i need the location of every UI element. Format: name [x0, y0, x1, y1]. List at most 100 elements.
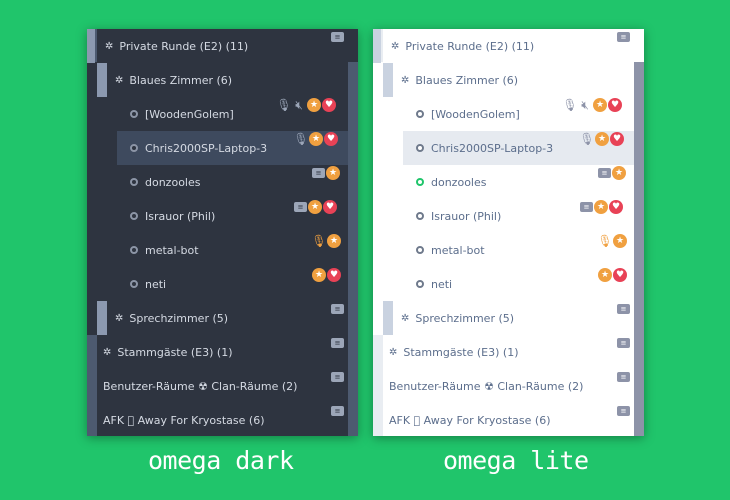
chat-icon[interactable]: ≡ [617, 304, 630, 314]
chat-icon[interactable]: ≡ [617, 338, 630, 348]
channel-benutzer-raeume[interactable]: Benutzer-Räume ☢ Clan-Räume (2) [383, 369, 634, 403]
user-label: neti [145, 277, 167, 291]
chat-icon[interactable]: ≡ [617, 406, 630, 416]
tree-indent-guide [87, 335, 97, 436]
user-status-dot [130, 144, 138, 152]
heart-icon: ♥ [610, 132, 624, 146]
chat-icon[interactable]: ≡ [331, 372, 344, 382]
row-icons: ≡ [617, 304, 630, 314]
row-icons: ★ ♥ [598, 268, 627, 282]
row-icons: ≡ [617, 32, 630, 42]
star-icon: ★ [613, 234, 627, 248]
chat-icon[interactable]: ≡ [617, 32, 630, 42]
channel-marker [373, 29, 381, 63]
mic-muted-icon: 🎙︎ [293, 132, 309, 146]
star-icon: ★ [595, 132, 609, 146]
channel-afk[interactable]: AFK ⃣ Away For Kryostase (6) [97, 403, 348, 436]
star-icon: ★ [598, 268, 612, 282]
row-icons: ≡ [331, 338, 344, 348]
row-icons: ≡ ★ [312, 166, 340, 180]
channel-afk[interactable]: AFK ⃣ Away For Kryostase (6) [383, 403, 634, 436]
omega-lite-channel-tree: ✲ Private Runde (E2) (11) ≡ ✲ Blaues Zim… [373, 29, 644, 436]
channel-label: Sprechzimmer (5) [415, 311, 515, 325]
chat-icon[interactable]: ≡ [580, 202, 593, 212]
user-status-dot [416, 246, 424, 254]
channel-icon: ✲ [401, 74, 410, 86]
star-icon: ★ [307, 98, 321, 112]
user-status-dot [416, 212, 424, 220]
channel-private-runde[interactable]: ✲ Private Runde (E2) (11) [97, 29, 348, 63]
heart-icon: ♥ [323, 200, 337, 214]
row-icons: ≡ [617, 372, 630, 382]
star-icon: ★ [594, 200, 608, 214]
channel-label: Stammgäste (E3) (1) [117, 345, 233, 359]
channel-benutzer-raeume[interactable]: Benutzer-Räume ☢ Clan-Räume (2) [97, 369, 348, 403]
theme-caption-lite: omega lite [443, 446, 589, 475]
user-status-dot [130, 212, 138, 220]
chat-icon[interactable]: ≡ [331, 406, 344, 416]
channel-icon: ✲ [115, 74, 124, 86]
user-label: Israuor (Phil) [431, 209, 502, 223]
chat-icon[interactable]: ≡ [312, 168, 325, 178]
heart-icon: ♥ [609, 200, 623, 214]
channel-icon: ✲ [103, 346, 112, 358]
user-label: donzooles [431, 175, 487, 189]
channel-label: Benutzer-Räume ☢ Clan-Räume (2) [389, 379, 584, 393]
row-icons: 🎙︎ ★ [597, 234, 627, 248]
chat-icon[interactable]: ≡ [331, 338, 344, 348]
chat-icon[interactable]: ≡ [331, 32, 344, 42]
channel-marker [97, 63, 107, 97]
star-icon: ★ [593, 98, 607, 112]
user-status-dot [130, 280, 138, 288]
user-status-dot [416, 144, 424, 152]
user-label: Chris2000SP-Laptop-3 [431, 141, 554, 155]
scrollbar[interactable] [348, 62, 358, 436]
row-icons: ≡ [331, 304, 344, 314]
heart-icon: ♥ [327, 268, 341, 282]
channel-label: Sprechzimmer (5) [129, 311, 229, 325]
row-icons: 🎙︎ ★ ♥ [579, 132, 624, 146]
channel-sprechzimmer[interactable]: ✲ Sprechzimmer (5) [107, 301, 348, 335]
channel-label: AFK ⃣ Away For Kryostase (6) [103, 413, 265, 427]
chat-icon[interactable]: ≡ [294, 202, 307, 212]
channel-stammgaeste[interactable]: ✲ Stammgäste (E3) (1) [383, 335, 634, 369]
row-icons: ≡ [331, 32, 344, 42]
speaker-muted-icon: 🔇︎ [295, 98, 303, 112]
user-status-dot [416, 178, 424, 186]
chat-icon[interactable]: ≡ [598, 168, 611, 178]
chat-icon[interactable]: ≡ [331, 304, 344, 314]
chat-icon[interactable]: ≡ [617, 372, 630, 382]
row-icons: 🎙︎ ★ [311, 234, 341, 248]
channel-icon: ✲ [389, 346, 398, 358]
user-label: neti [431, 277, 453, 291]
channel-label: Blaues Zimmer (6) [415, 73, 519, 87]
row-icons: ≡ ★ ♥ [294, 200, 337, 214]
user-label: metal-bot [431, 243, 485, 257]
row-icons: ≡ ★ ♥ [580, 200, 623, 214]
channel-icon: ✲ [115, 312, 124, 324]
omega-dark-channel-tree: ✲ Private Runde (E2) (11) ≡ ✲ Blaues Zim… [87, 29, 358, 436]
channel-stammgaeste[interactable]: ✲ Stammgäste (E3) (1) [97, 335, 348, 369]
row-icons: ≡ [331, 372, 344, 382]
channel-blaues-zimmer[interactable]: ✲ Blaues Zimmer (6) [393, 63, 634, 97]
channel-sprechzimmer[interactable]: ✲ Sprechzimmer (5) [393, 301, 634, 335]
scrollbar[interactable] [634, 62, 644, 436]
channel-label: Benutzer-Räume ☢ Clan-Räume (2) [103, 379, 298, 393]
channel-blaues-zimmer[interactable]: ✲ Blaues Zimmer (6) [107, 63, 348, 97]
channel-label: Stammgäste (E3) (1) [403, 345, 519, 359]
user-status-dot [130, 246, 138, 254]
speaker-muted-icon: 🔇︎ [581, 98, 589, 112]
channel-private-runde[interactable]: ✲ Private Runde (E2) (11) [383, 29, 634, 63]
row-icons: ≡ ★ [598, 166, 626, 180]
channel-icon: ✲ [401, 312, 410, 324]
user-label: [WoodenGolem] [145, 107, 234, 121]
row-icons: 🎙︎ ★ ♥ [293, 132, 338, 146]
heart-icon: ♥ [613, 268, 627, 282]
channel-label: AFK ⃣ Away For Kryostase (6) [389, 413, 551, 427]
row-icons: ≡ [331, 406, 344, 416]
user-label: metal-bot [145, 243, 199, 257]
user-label: Israuor (Phil) [145, 209, 216, 223]
heart-icon: ♥ [324, 132, 338, 146]
theme-caption-dark: omega dark [148, 446, 294, 475]
star-icon: ★ [308, 200, 322, 214]
